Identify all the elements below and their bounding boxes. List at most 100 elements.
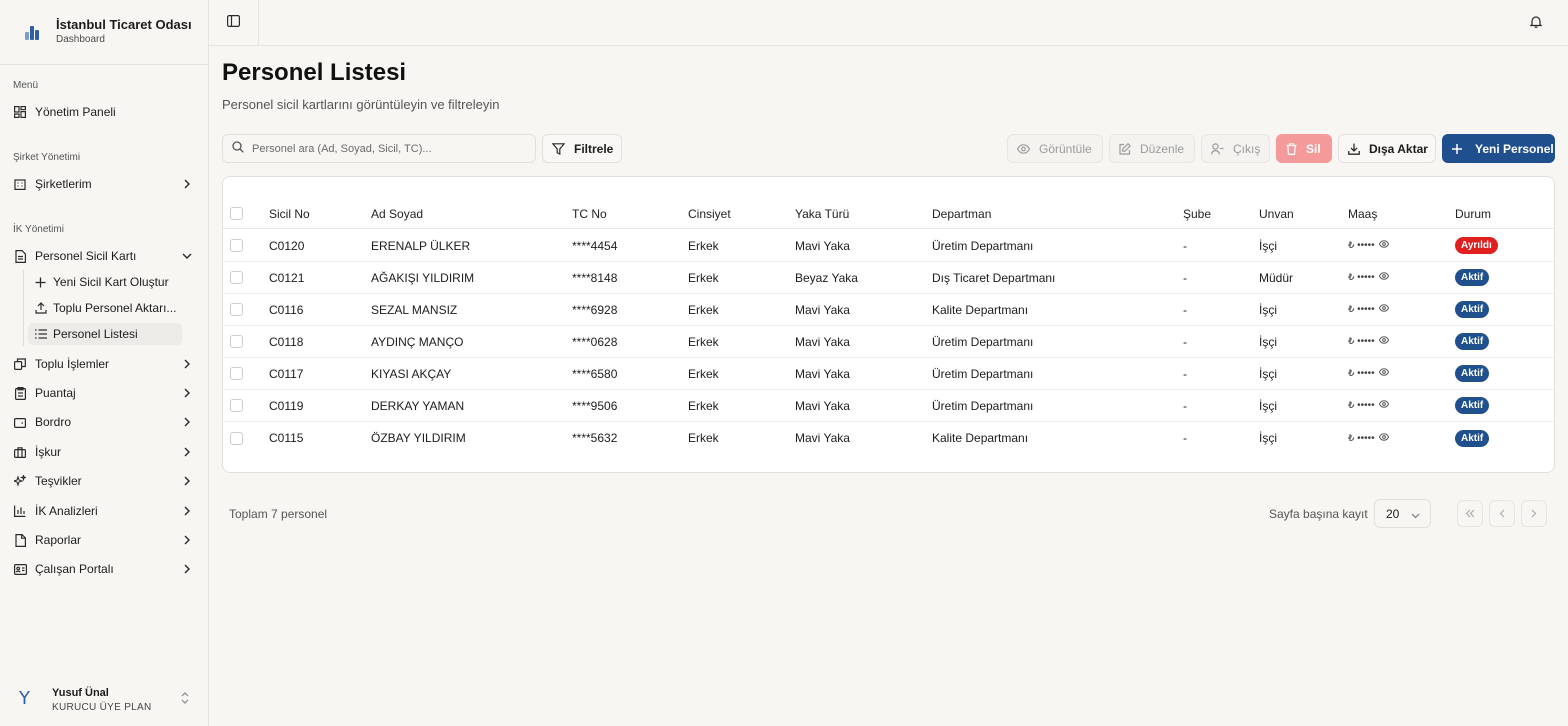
delete-label: Sil (1306, 141, 1321, 156)
per-page-label: Sayfa başına kayıt (1269, 507, 1368, 521)
cell-department: Üretim Departmanı (932, 334, 1034, 349)
column-header-title[interactable]: Unvan (1259, 207, 1294, 221)
column-header-gender[interactable]: Cinsiyet (688, 207, 731, 221)
chevron-left-icon (1499, 506, 1505, 521)
column-header-tc[interactable]: TC No (572, 207, 607, 221)
eye-icon[interactable] (1378, 304, 1389, 315)
row-checkbox[interactable] (230, 303, 243, 316)
cell-gender: Erkek (688, 398, 719, 413)
filter-button[interactable]: Filtrele (542, 134, 622, 163)
column-header-salary[interactable]: Maaş (1348, 207, 1377, 221)
sidebar-item-companies[interactable]: Şirketlerim (8, 171, 200, 197)
sidebar-item-bulk-operations[interactable]: Toplu İşlemler (8, 351, 200, 377)
column-header-department[interactable]: Departman (932, 207, 991, 221)
cell-name: KIYASI AKÇAY (371, 366, 452, 381)
eye-icon[interactable] (1378, 432, 1389, 444)
row-checkbox[interactable] (230, 431, 243, 445)
file-text-icon (13, 249, 27, 263)
search-input[interactable] (252, 142, 522, 155)
briefcase-icon (13, 445, 27, 459)
sidebar-item-timesheet[interactable]: Puantaj (8, 380, 200, 406)
sidebar-item-iskur[interactable]: İşkur (8, 439, 200, 465)
eye-icon[interactable] (1378, 400, 1389, 411)
cell-tc: ****0628 (572, 334, 618, 349)
brand-header[interactable]: İstanbul Ticaret Odası Dashboard (0, 0, 208, 65)
sidebar-item-hr-analytics[interactable]: İK Analizleri (8, 498, 200, 524)
plus-icon (34, 276, 47, 289)
eye-icon[interactable] (1378, 240, 1389, 251)
table-row[interactable]: C0115 ÖZBAY YILDIRIM ****5632 Erkek Mavi Yak… (223, 422, 1554, 454)
row-checkbox[interactable] (230, 399, 243, 412)
export-button[interactable]: Dışa Aktar (1338, 134, 1436, 163)
delete-button[interactable]: Sil (1276, 134, 1332, 163)
search-box[interactable] (222, 134, 536, 163)
sidebar-item-employee-portal[interactable]: Çalışan Portalı (8, 556, 200, 582)
eye-icon[interactable] (1378, 368, 1389, 379)
table-row[interactable]: C0118 AYDINÇ MANÇO ****0628 Erkek Mavi Yaka Ü… (223, 326, 1554, 358)
sidebar-subitem-new-card[interactable]: Yeni Sicil Kart Oluştur (28, 271, 182, 293)
cell-status: Aktif (1455, 333, 1490, 350)
eye-icon[interactable] (1378, 272, 1389, 283)
status-badge: Aktif (1455, 301, 1490, 318)
cell-gender: Erkek (688, 238, 719, 253)
salary-masked: ₺ ••••• (1348, 272, 1375, 283)
next-page-button[interactable] (1521, 500, 1547, 527)
building-icon (13, 177, 27, 191)
column-header-name[interactable]: Ad Soyad (371, 207, 423, 221)
status-badge: Aktif (1455, 269, 1490, 286)
page-subtitle: Personel sicil kartlarını görüntüleyin v… (222, 97, 500, 112)
sidebar-item-incentives[interactable]: Teşvikler (8, 468, 200, 494)
row-checkbox[interactable] (230, 239, 243, 252)
row-checkbox[interactable] (230, 335, 243, 348)
row-checkbox[interactable] (230, 271, 243, 284)
filter-label: Filtrele (574, 141, 614, 156)
row-checkbox[interactable] (230, 367, 243, 380)
total-count: Toplam 7 personel (229, 507, 328, 521)
cell-branch: - (1183, 431, 1187, 445)
column-header-status[interactable]: Durum (1455, 207, 1491, 221)
cell-status: Aktif (1455, 301, 1490, 318)
cell-sicil: C0115 (269, 431, 304, 445)
chevron-right-icon (180, 504, 194, 518)
clipboard-icon (13, 386, 27, 400)
table-row[interactable]: C0119 DERKAY YAMAN ****9506 Erkek Mavi Yaka Ü… (223, 390, 1554, 422)
first-page-button[interactable] (1457, 500, 1483, 527)
column-header-branch[interactable]: Şube (1183, 207, 1211, 221)
sidebar-item-personnel[interactable]: Personel Sicil Kartı (8, 243, 200, 269)
cell-department: Kalite Departmanı (932, 431, 1029, 445)
upload-icon (34, 302, 47, 315)
bell-icon[interactable] (1529, 15, 1543, 31)
cell-branch: - (1183, 238, 1187, 253)
status-badge: Aktif (1455, 333, 1490, 350)
sidebar-item-payroll[interactable]: Bordro (8, 409, 200, 435)
select-all-checkbox[interactable] (230, 207, 243, 220)
per-page-select[interactable]: 20 (1374, 499, 1431, 528)
export-label: Dışa Aktar (1369, 141, 1428, 156)
sidebar-item-label: Şirketlerim (35, 177, 92, 191)
new-personnel-button[interactable]: Yeni Personel (1442, 134, 1555, 163)
table-row[interactable]: C0117 KIYASI AKÇAY ****6580 Erkek Mavi Yaka Ü… (223, 358, 1554, 390)
sidebar-subitem-personnel-list[interactable]: Personel Listesi (28, 323, 182, 345)
edit-button[interactable]: Düzenle (1109, 134, 1195, 163)
sidebar-item-dashboard[interactable]: Yönetim Paneli (8, 99, 200, 125)
exit-button[interactable]: Çıkış (1201, 134, 1270, 163)
table-row[interactable]: C0121 AĞAKIŞI YILDIRIM ****8148 Erkek Beyaz … (223, 262, 1554, 294)
sidebar-subitem-bulk-import[interactable]: Toplu Personel Aktarı... (28, 297, 182, 319)
table-row[interactable]: C0120 ERENALP ÜLKER ****4454 Erkek Mavi Yaka… (223, 230, 1554, 262)
user-name: Yusuf Ünal (52, 687, 109, 699)
sidebar-item-reports[interactable]: Raporlar (8, 527, 200, 553)
cell-salary: ₺ ••••• (1348, 336, 1389, 347)
sidebar-toggle-button[interactable] (209, 0, 259, 45)
column-header-collar[interactable]: Yaka Türü (795, 207, 849, 221)
column-header-sicil[interactable]: Sicil No (269, 207, 310, 221)
table-row[interactable]: C0116 SEZAL MANSIZ ****6928 Erkek Mavi Yaka K… (223, 294, 1554, 326)
user-menu[interactable]: Y Yusuf Ünal KURUCU ÜYE PLAN (0, 680, 208, 720)
cell-salary: ₺ ••••• (1348, 304, 1389, 315)
chevron-right-icon (180, 474, 194, 488)
cell-gender: Erkek (688, 302, 719, 317)
view-button[interactable]: Görüntüle (1007, 134, 1103, 163)
cell-tc: ****6580 (572, 366, 618, 381)
previous-page-button[interactable] (1489, 500, 1515, 527)
eye-icon[interactable] (1378, 336, 1389, 347)
cell-department: Üretim Departmanı (932, 366, 1034, 381)
